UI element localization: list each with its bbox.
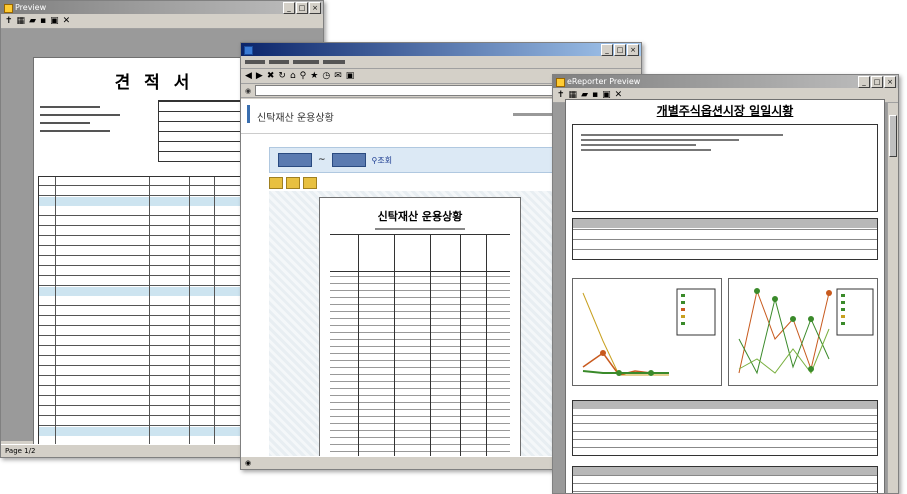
menu-item[interactable] xyxy=(323,60,345,64)
report-subtitle xyxy=(375,228,465,230)
start-date-select[interactable] xyxy=(278,153,312,167)
preview-area: 개별주식옵션시장 일일시황 xyxy=(553,99,898,493)
export-icon[interactable] xyxy=(269,177,283,189)
range-separator: ~ xyxy=(318,155,326,165)
menu-bar xyxy=(241,56,641,69)
supplier-block xyxy=(40,100,140,150)
maximize-button[interactable]: □ xyxy=(871,76,883,88)
line-chart-left xyxy=(582,288,716,376)
trading-table xyxy=(572,466,878,493)
title-bar[interactable]: Preview _ □ × xyxy=(1,1,323,14)
menu-item[interactable] xyxy=(269,60,289,64)
stop-icon[interactable]: ✖ xyxy=(267,71,275,81)
toolbar: ✝ ▦ ▰ ▪ ▣ ✕ xyxy=(1,14,323,29)
print-setup-icon[interactable]: ▦ xyxy=(17,16,26,26)
detail-table xyxy=(572,400,878,456)
summary-table xyxy=(572,218,878,260)
refresh-icon[interactable]: ↻ xyxy=(278,71,286,81)
vertical-scrollbar[interactable] xyxy=(887,103,898,493)
price-trend-chart xyxy=(572,278,722,386)
scroll-thumb[interactable] xyxy=(889,115,897,157)
report-title: 개별주식옵션시장 일일시황 xyxy=(656,104,794,118)
page-indicator: Page 1/2 xyxy=(5,447,36,455)
volume-trend-chart xyxy=(728,278,878,386)
summary-box xyxy=(572,124,878,212)
open-icon[interactable]: ▰ xyxy=(29,16,36,26)
search-button[interactable]: ⚲조회 xyxy=(372,155,393,166)
close-button[interactable]: × xyxy=(309,2,321,14)
minimize-button[interactable]: _ xyxy=(283,2,295,14)
maximize-button[interactable]: □ xyxy=(614,44,626,56)
line-chart-right xyxy=(738,288,874,375)
close-button[interactable]: × xyxy=(884,76,896,88)
minimize-button[interactable]: _ xyxy=(858,76,870,88)
app-icon xyxy=(556,78,565,87)
save-icon[interactable]: ▪ xyxy=(40,16,46,26)
report-toolbar xyxy=(269,177,329,189)
search-button-label: 조회 xyxy=(377,155,393,165)
report-table xyxy=(330,234,510,465)
forward-icon[interactable]: ▶ xyxy=(256,71,263,81)
minimize-button[interactable]: _ xyxy=(601,44,613,56)
close-icon[interactable]: ✕ xyxy=(63,16,71,26)
mail-icon[interactable]: ✉ xyxy=(334,71,342,81)
ie-status-icon: ◉ xyxy=(245,459,252,467)
print-icon[interactable]: ▣ xyxy=(346,71,355,81)
back-icon[interactable]: ◀ xyxy=(245,71,252,81)
document-page: 견 적 서 xyxy=(33,57,275,457)
report-page: 신탁재산 운용상황 xyxy=(319,197,521,469)
address-label-icon: ◉ xyxy=(245,86,252,95)
section-header xyxy=(39,197,271,206)
search-icon[interactable]: ⚲ xyxy=(300,71,307,81)
print-report-icon[interactable] xyxy=(303,177,317,189)
ereporter-preview-window: eReporter Preview _ □ × ✝ ▦ ▰ ▪ ▣ ✕ 개별주식… xyxy=(552,74,899,494)
end-date-select[interactable] xyxy=(331,153,366,167)
excel-icon[interactable] xyxy=(286,177,300,189)
maximize-button[interactable]: □ xyxy=(296,2,308,14)
report-page: 개별주식옵션시장 일일시황 xyxy=(565,99,885,493)
document-title: 견 적 서 xyxy=(114,73,194,93)
menu-item[interactable] xyxy=(293,60,319,64)
close-button[interactable]: × xyxy=(627,44,639,56)
pin-icon[interactable]: ✝ xyxy=(5,16,13,26)
history-icon[interactable]: ◷ xyxy=(322,71,330,81)
print-icon[interactable]: ▣ xyxy=(50,16,59,26)
menu-item[interactable] xyxy=(245,60,265,64)
home-icon[interactable]: ⌂ xyxy=(290,71,296,81)
items-table xyxy=(38,176,272,456)
favorites-icon[interactable]: ★ xyxy=(310,71,318,81)
window-title: eReporter Preview xyxy=(567,77,641,86)
window-title: Preview xyxy=(15,3,47,12)
title-bar[interactable]: _ □ × xyxy=(241,43,641,56)
app-icon xyxy=(4,4,13,13)
section-header xyxy=(39,427,271,436)
section-header xyxy=(39,287,271,296)
report-title: 신탁재산 운용상황 xyxy=(377,210,463,223)
pin-icon[interactable]: ✝ xyxy=(557,90,565,100)
ie-icon xyxy=(244,46,253,55)
page-heading: 신탁재산 운용상황 xyxy=(257,113,334,124)
title-bar[interactable]: eReporter Preview _ □ × xyxy=(553,75,898,88)
